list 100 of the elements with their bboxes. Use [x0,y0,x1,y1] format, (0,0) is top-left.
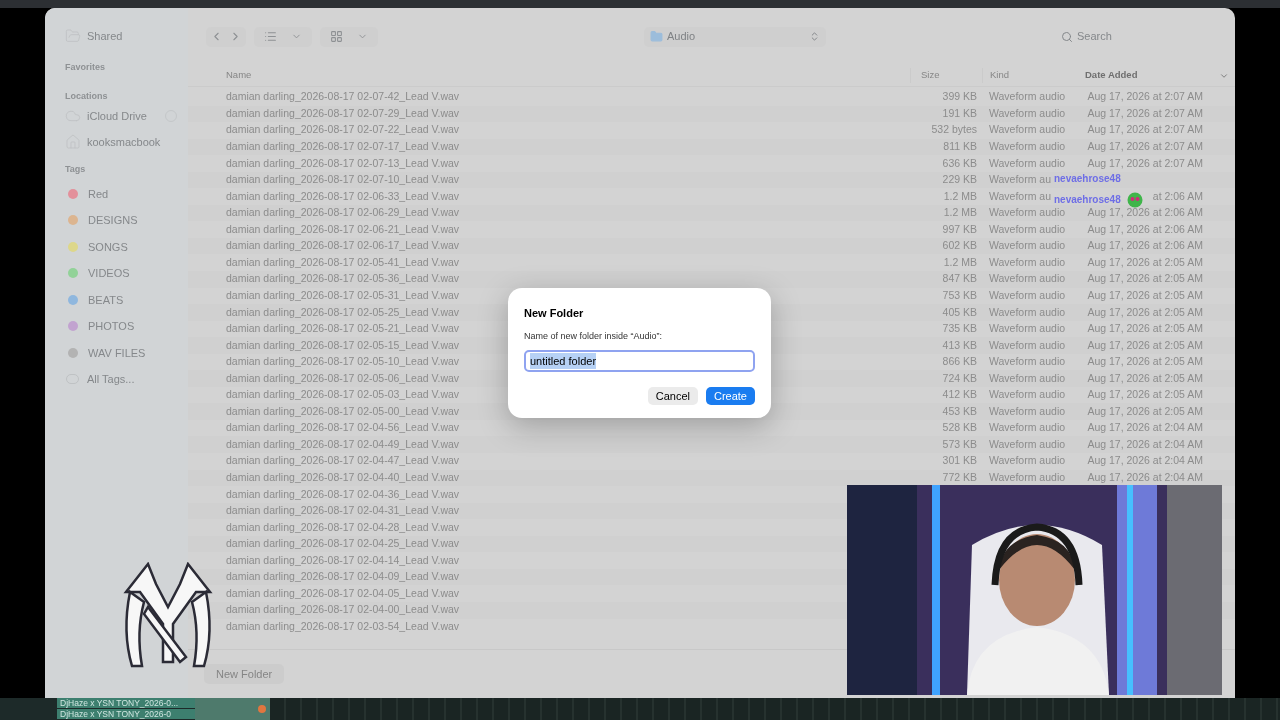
table-cell: Waveform audio [989,454,1066,467]
table-cell[interactable]: damian darling_2026-08-17 02-04-28_Lead V.wav [226,520,460,533]
table-cell[interactable]: damian darling_2026-08-17 02-04-40_Lead V.wav [226,470,460,483]
table-cell-text: 724 KB [942,370,977,386]
table-cell[interactable]: damian darling_2026-08-17 02-07-42_Lead V.wav [226,90,460,103]
table-cell: Waveform audio [989,106,1066,119]
sidebar-item[interactable]: Shared [65,28,188,44]
table-cell: Waveform audio [989,272,1066,285]
table-cell-text: Aug 17, 2026 at 2:05 AM [1087,403,1203,419]
table-cell-text: 602 KB [942,238,977,254]
table-cell-text: Aug 17, 2026 at 2:07 AM [1087,89,1203,105]
table-cell: Waveform audio [989,156,1066,169]
table-cell[interactable]: damian darling_2026-08-17 02-05-41_Lead V.wav [226,255,460,268]
sidebar-item[interactable]: VIDEOS [65,260,188,287]
table-cell-text: Aug 17, 2026 at 2:05 AM [1087,370,1203,386]
table-cell[interactable]: damian darling_2026-08-17 02-04-05_Lead V.wav [226,586,460,599]
table-cell-text: Aug 17, 2026 at 2:04 AM [1087,420,1203,436]
table-cell[interactable]: damian darling_2026-08-17 02-07-13_Lead V.wav [226,156,460,169]
table-cell-text: 453 KB [942,403,977,419]
table-cell[interactable]: damian darling_2026-08-17 02-05-00_Lead V.wav [226,404,460,417]
table-cell[interactable]: damian darling_2026-08-17 02-04-09_Lead V.wav [226,570,460,583]
table-cell[interactable]: damian darling_2026-08-17 02-05-06_Lead V.wav [226,371,460,384]
table-cell[interactable]: damian darling_2026-08-17 02-03-54_Lead V.wav [226,619,460,632]
table-cell[interactable]: damian darling_2026-08-17 02-04-31_Lead V.wav [226,504,460,517]
table-cell[interactable]: damian darling_2026-08-17 02-05-36_Lead V.wav [226,272,460,285]
table-cell: Waveform audio [989,388,1066,401]
table-cell-text: 1.2 MB [943,188,977,204]
table-cell: Waveform audio [989,239,1066,252]
table-cell[interactable]: damian darling_2026-08-17 02-04-14_Lead V.wav [226,553,460,566]
sidebar-item[interactable]: WAV FILES [65,339,188,366]
table-cell[interactable]: damian darling_2026-08-17 02-07-10_Lead V.wav [226,173,460,186]
table-cell[interactable]: damian darling_2026-08-17 02-06-29_Lead V.wav [226,206,460,219]
table-cell: Waveform audio [989,338,1066,351]
column-header[interactable]: Kind [982,68,1079,83]
location-popup[interactable]: Audio [644,26,826,47]
sidebar-item[interactable]: PHOTOS [65,313,188,340]
table-cell[interactable]: damian darling_2026-08-17 02-07-29_Lead V.wav [226,106,460,119]
table-cell[interactable]: damian darling_2026-08-17 02-05-21_Lead V.wav [226,322,460,335]
table-cell-text: 847 KB [942,271,977,287]
table-cell[interactable]: damian darling_2026-08-17 02-05-31_Lead V.wav [226,288,460,301]
table-cell-text: 528 KB [942,420,977,436]
table-cell[interactable]: damian darling_2026-08-17 02-04-00_Lead V.wav [226,603,460,616]
sidebar-item[interactable]: DESIGNS [65,207,188,234]
table-cell: Waveform audio [989,322,1066,335]
table-cell[interactable]: damian darling_2026-08-17 02-06-21_Lead V.wav [226,222,460,235]
table-cell-text: Aug 17, 2026 at 2:05 AM [1087,287,1203,303]
table-cell[interactable]: damian darling_2026-08-17 02-05-03_Lead V.wav [226,388,460,401]
table-cell[interactable]: damian darling_2026-08-17 02-04-49_Lead V.wav [226,437,460,450]
table-cell: Waveform audio [989,222,1066,235]
table-cell: Waveform audio [989,437,1066,450]
table-cell-text: Aug 17, 2026 at 2:07 AM [1087,155,1203,171]
table-cell[interactable]: damian darling_2026-08-17 02-04-36_Lead V.wav [226,487,460,500]
table-cell-text: 772 KB [942,469,977,485]
table-cell: Waveform audio [989,288,1066,301]
table-cell[interactable]: damian darling_2026-08-17 02-04-47_Lead V.wav [226,454,460,467]
dialog-prompt: Name of new folder inside “Audio”: [524,329,664,343]
table-cell: 811 KB [943,139,977,155]
table-cell-text: 191 KB [942,105,977,121]
sidebar-item[interactable]: kooksmacbook [65,129,188,155]
table-cell: Waveform audio [989,206,1066,219]
table-cell-text: 573 KB [942,436,977,452]
folder-name-field[interactable]: untitled folder [524,350,755,372]
table-cell[interactable]: damian darling_2026-08-17 02-07-22_Lead V.wav [226,123,460,136]
column-header[interactable]: Size [910,68,982,83]
table-cell: Waveform audio [989,355,1066,368]
table-cell-text: Aug 17, 2026 at 2:04 AM [1087,453,1203,469]
table-cell-text: 413 KB [942,337,977,353]
table-cell[interactable]: damian darling_2026-08-17 02-04-25_Lead V.wav [226,537,460,550]
table-cell: 866 KB [942,354,977,370]
sidebar-item[interactable]: Red [65,180,188,207]
sidebar-item[interactable]: SONGS [65,233,188,260]
table-cell: Waveform audio [989,470,1066,483]
table-cell[interactable]: damian darling_2026-08-17 02-05-15_Lead V.wav [226,338,460,351]
sidebar-item[interactable]: All Tags... [65,366,188,392]
table-cell[interactable]: damian darling_2026-08-17 02-05-25_Lead V.wav [226,305,460,318]
table-cell-text: at 2:06 AM [1152,188,1203,204]
table-cell-text: Aug 17, 2026 at 2:05 AM [1087,304,1203,320]
table-cell: Aug 17, 2026 at 2:07 AM [1087,139,1203,155]
table-cell: Waveform audio [989,404,1066,417]
table-cell[interactable]: damian darling_2026-08-17 02-05-10_Lead V.wav [226,355,460,368]
table-cell-text: 301 KB [942,453,977,469]
table-cell-text: 405 KB [942,304,977,320]
table-cell: Aug 17, 2026 at 2:06 AM [1087,205,1203,221]
cancel-button[interactable]: Cancel [647,387,698,405]
create-button[interactable]: Create [705,387,755,405]
new-folder-button[interactable]: New Folder [204,664,285,684]
table-cell: Aug 17, 2026 at 2:05 AM [1087,387,1203,403]
table-cell[interactable]: damian darling_2026-08-17 02-07-17_Lead V.wav [226,140,460,153]
column-header[interactable]: Name [188,68,910,83]
search-field[interactable]: Search [1055,25,1217,48]
track-label[interactable]: DjHaze x YSN TONY_2026-0 [57,709,195,720]
table-cell-text: 636 KB [942,155,977,171]
table-cell-text: Aug 17, 2026 at 2:04 AM [1087,469,1203,485]
table-cell[interactable]: damian darling_2026-08-17 02-06-33_Lead V.wav [226,189,460,202]
table-cell-text: 532 bytes [931,122,977,138]
sidebar-item[interactable]: iCloud Drive [65,103,188,129]
table-cell[interactable]: damian darling_2026-08-17 02-04-56_Lead V.wav [226,421,460,434]
column-header[interactable]: Date Added [1079,68,1235,83]
sidebar-item[interactable]: BEATS [65,286,188,313]
table-cell[interactable]: damian darling_2026-08-17 02-06-17_Lead V.wav [226,239,460,252]
